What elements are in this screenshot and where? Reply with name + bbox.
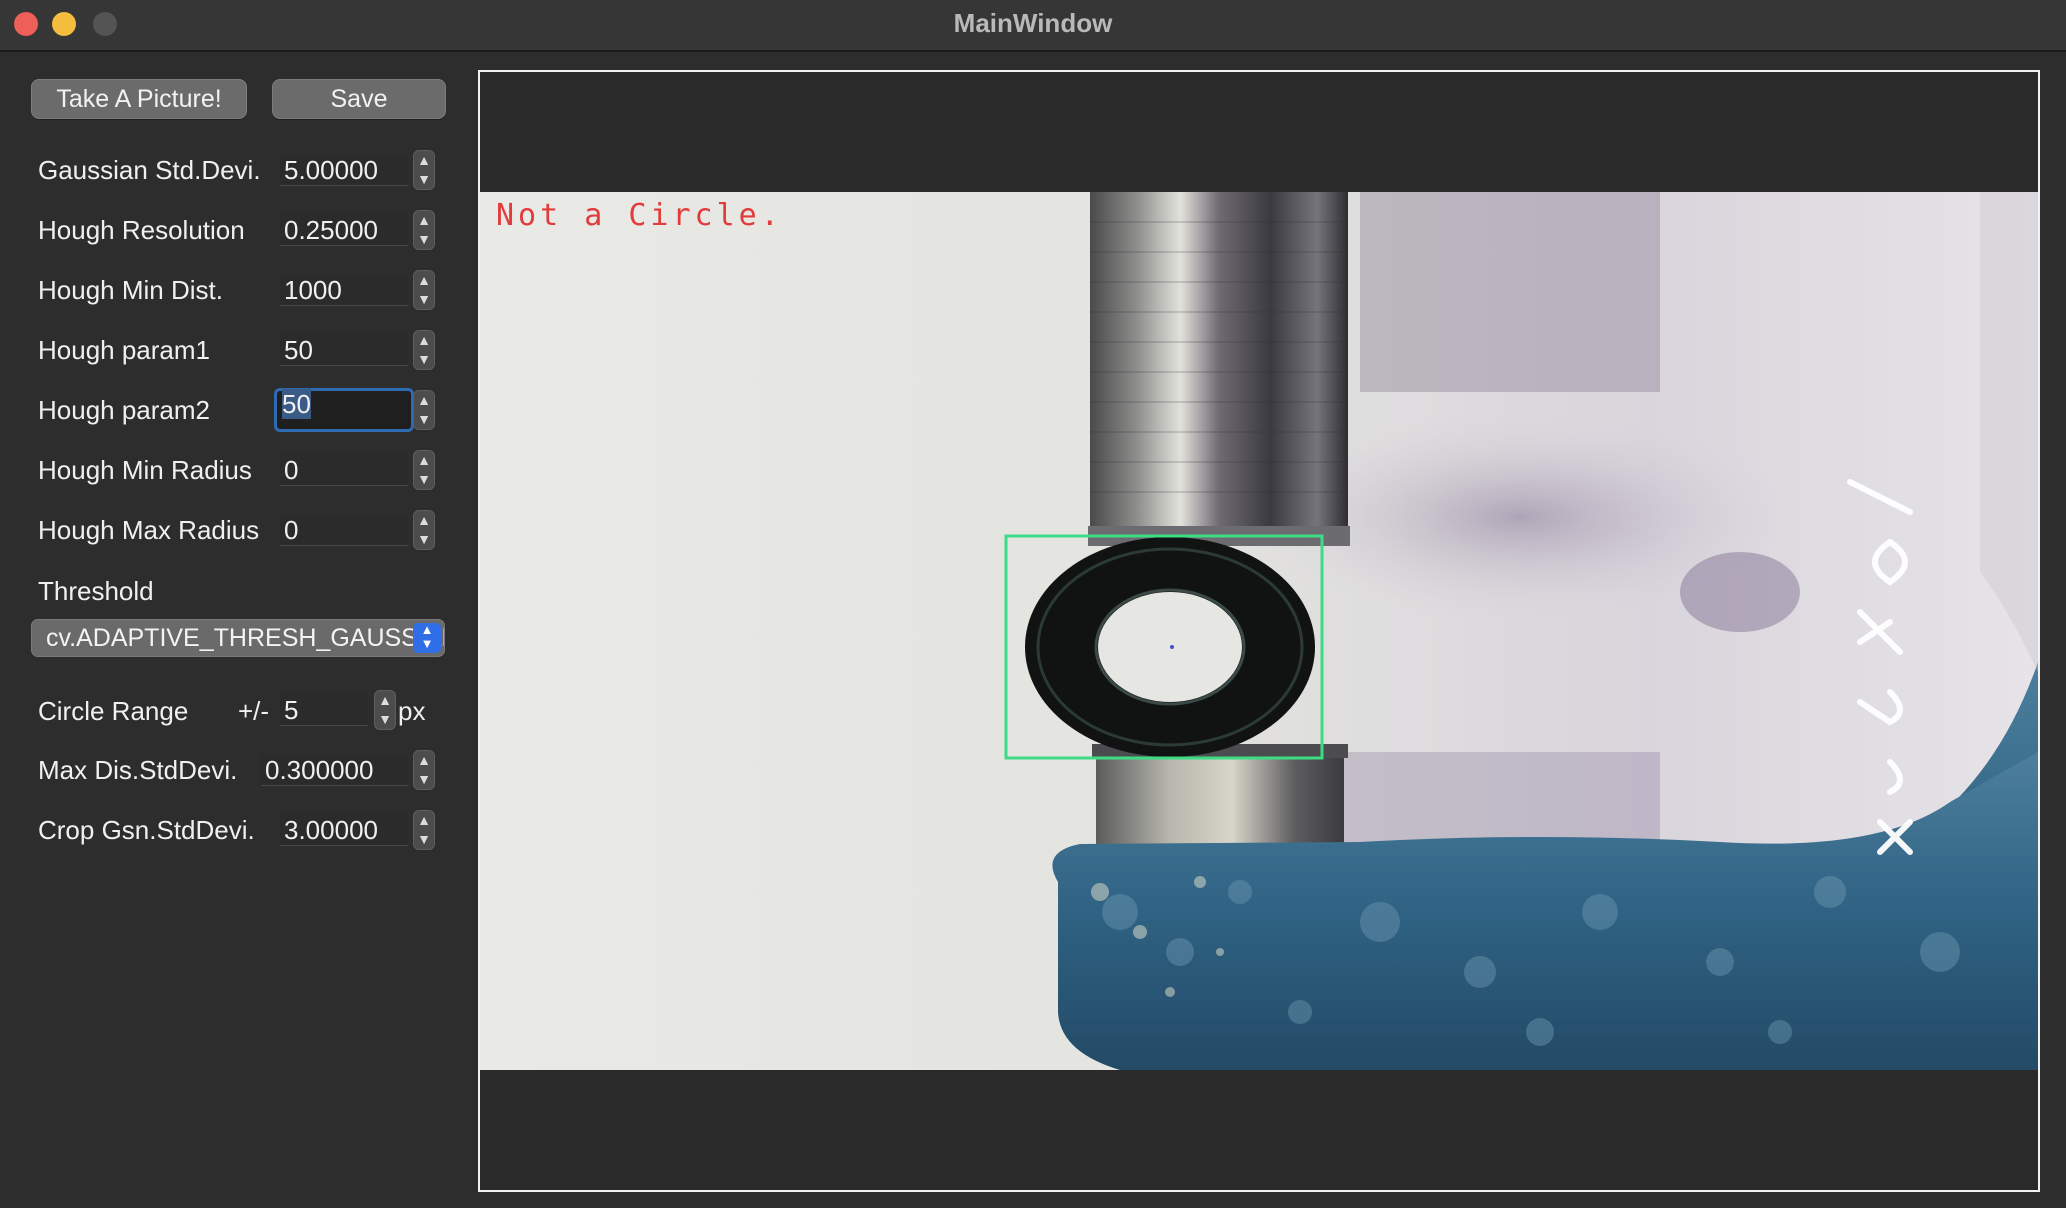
hough-param1-input[interactable]: 50 (280, 334, 408, 366)
circle-range-stepper[interactable]: ▲ ▼ (374, 690, 396, 730)
gaussian-std-label: Gaussian Std.Devi. (38, 155, 261, 185)
crop-gsn-stddevi-stepper[interactable]: ▲ ▼ (413, 810, 435, 850)
chevron-down-icon[interactable]: ▼ (414, 290, 434, 309)
hough-resolution-stepper[interactable]: ▲ ▼ (413, 210, 435, 250)
threshold-select[interactable]: cv.ADAPTIVE_THRESH_GAUSSIAN_C ▲▼ (31, 619, 445, 657)
max-dis-stddevi-label: Max Dis.StdDevi. (38, 755, 238, 785)
camera-image: Not a Circle. (480, 192, 2038, 1070)
threshold-selected-value: cv.ADAPTIVE_THRESH_GAUSSIAN_C (46, 624, 444, 652)
hough-param1-stepper[interactable]: ▲ ▼ (413, 330, 435, 370)
hough-min-radius-label: Hough Min Radius (38, 455, 252, 485)
chevron-up-icon[interactable]: ▲ (414, 331, 434, 350)
hough-max-radius-input[interactable]: 0 (280, 514, 408, 546)
hough-resolution-input[interactable]: 0.25000 (280, 214, 408, 246)
chevron-down-icon[interactable]: ▼ (414, 470, 434, 489)
hough-param2-label: Hough param2 (38, 395, 210, 425)
chevron-down-icon[interactable]: ▼ (414, 230, 434, 249)
hough-param1-label: Hough param1 (38, 335, 210, 365)
hough-param2-stepper[interactable]: ▲ ▼ (413, 390, 435, 430)
gaussian-std-input[interactable]: 5.00000 (280, 154, 408, 186)
circle-range-input[interactable]: 5 (280, 694, 368, 726)
detection-status-text: Not a Circle. (496, 198, 783, 233)
chevron-up-icon[interactable]: ▲ (375, 691, 395, 710)
hough-resolution-label: Hough Resolution (38, 215, 245, 245)
save-button[interactable]: Save (272, 79, 446, 119)
chevron-down-icon[interactable]: ▼ (375, 710, 395, 729)
updown-chevron-icon[interactable]: ▲ ▼ (413, 623, 441, 653)
chevron-up-icon[interactable]: ▲ (414, 811, 434, 830)
crop-gsn-stddevi-label: Crop Gsn.StdDevi. (38, 815, 255, 845)
chevron-up-icon[interactable]: ▲ (414, 211, 434, 230)
chevron-up-icon[interactable]: ▲ (414, 271, 434, 290)
image-viewport: Not a Circle. (478, 70, 2040, 1192)
gaussian-std-stepper[interactable]: ▲ ▼ (413, 150, 435, 190)
hough-min-dist-label: Hough Min Dist. (38, 275, 223, 305)
chevron-down-icon[interactable]: ▼ (414, 350, 434, 369)
hough-min-dist-input[interactable]: 1000 (280, 274, 408, 306)
chevron-up-icon[interactable]: ▲ (414, 751, 434, 770)
max-dis-stddevi-stepper[interactable]: ▲ ▼ (413, 750, 435, 790)
chevron-down-icon[interactable]: ▼ (414, 830, 434, 849)
chevron-down-icon[interactable]: ▼ (414, 410, 434, 429)
circle-range-label: Circle Range (38, 696, 189, 726)
crop-gsn-stddevi-input[interactable]: 3.00000 (280, 814, 408, 846)
max-dis-stddevi-input[interactable]: 0.300000 (261, 754, 408, 786)
hough-min-radius-input[interactable]: 0 (280, 454, 408, 486)
hough-min-radius-stepper[interactable]: ▲ ▼ (413, 450, 435, 490)
circle-range-unit: px (398, 696, 426, 726)
hough-min-dist-stepper[interactable]: ▲ ▼ (413, 270, 435, 310)
chevron-down-icon[interactable]: ▼ (414, 530, 434, 549)
circle-range-prefix: +/- (238, 696, 270, 726)
chevron-up-icon[interactable]: ▲ (414, 391, 434, 410)
chevron-down-icon[interactable]: ▼ (414, 770, 434, 789)
chevron-up-icon[interactable]: ▲ (414, 451, 434, 470)
hough-param2-input[interactable]: 50 (274, 388, 414, 432)
chevron-up-icon[interactable]: ▲ (414, 511, 434, 530)
window-title: MainWindow (953, 8, 1113, 38)
title-bar: MainWindow (0, 0, 2066, 52)
hough-param2-value: 50 (282, 389, 311, 419)
threshold-label: Threshold (38, 576, 154, 606)
camera-image-drawing (480, 192, 2038, 1070)
hough-max-radius-stepper[interactable]: ▲ ▼ (413, 510, 435, 550)
take-picture-button[interactable]: Take A Picture! (31, 79, 247, 119)
chevron-up-icon[interactable]: ▲ (414, 151, 434, 170)
chevron-down-icon[interactable]: ▼ (414, 170, 434, 189)
hough-max-radius-label: Hough Max Radius (38, 515, 260, 545)
